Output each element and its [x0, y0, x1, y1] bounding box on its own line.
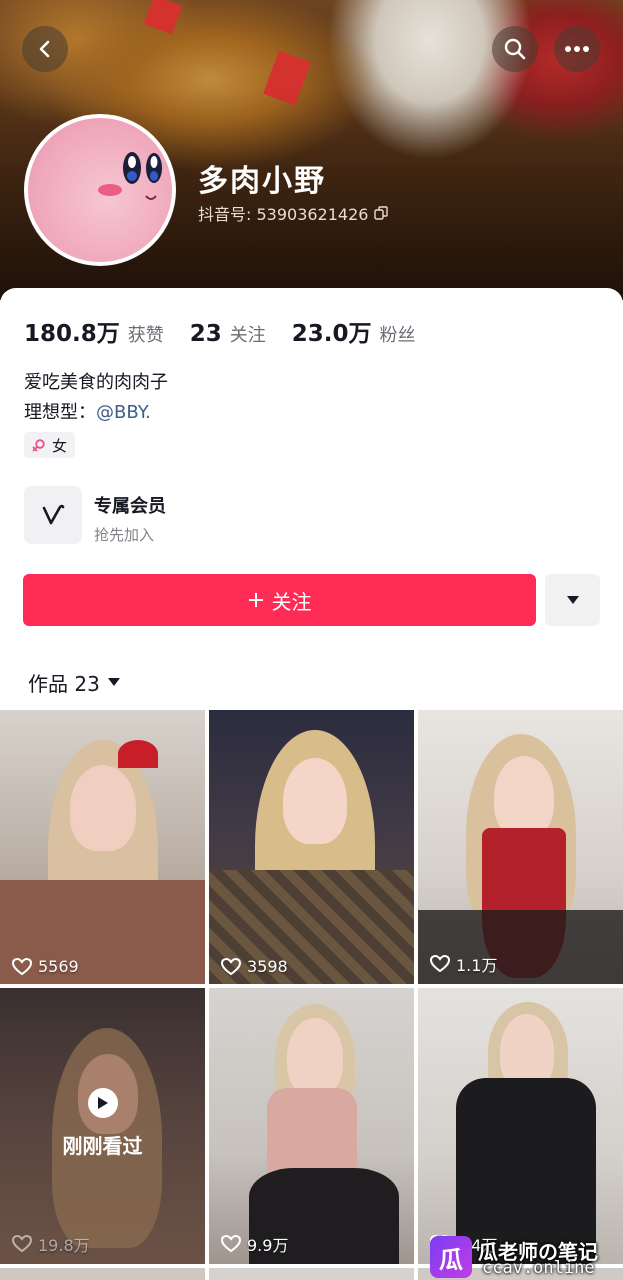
profile-stats: 180.8万 获赞 23 关注 23.0万 粉丝: [24, 314, 416, 348]
watermark-logo: 瓜: [430, 1236, 472, 1278]
video-likes: 9.9万: [221, 1232, 288, 1256]
douyin-id[interactable]: 抖音号: 53903621426: [198, 201, 389, 225]
play-icon: [87, 1088, 118, 1118]
membership-v-icon: [42, 504, 65, 525]
bio-mention-link[interactable]: @BBY.: [96, 402, 151, 423]
video-thumbnail[interactable]: 5569: [0, 710, 205, 984]
back-button[interactable]: [22, 26, 68, 72]
recently-viewed-label: 刚刚看过: [62, 1134, 143, 1158]
works-tab[interactable]: 作品 23: [28, 668, 120, 697]
search-button[interactable]: [492, 26, 538, 72]
gender-label: 女: [52, 436, 68, 455]
thumbnail-figure: [70, 765, 136, 851]
stat-value: 180.8万: [24, 321, 120, 347]
likes-count: 19.8万: [38, 1236, 90, 1255]
video-likes: 5569: [12, 957, 79, 976]
bio-prefix: 理想型：: [24, 402, 96, 423]
video-thumbnail[interactable]: [209, 1268, 414, 1280]
profile-name: 多肉小野: [198, 164, 326, 199]
membership-title[interactable]: 专属会员: [94, 492, 166, 518]
membership-button[interactable]: [24, 486, 82, 544]
bio-line: 爱吃美食的肉肉子: [24, 372, 168, 393]
stat-label: 粉丝: [379, 325, 416, 346]
recommend-dropdown-button[interactable]: [545, 574, 600, 626]
stat-value: 23: [189, 321, 222, 347]
video-thumbnail[interactable]: 1.1万: [418, 710, 623, 984]
video-likes: 3598: [221, 957, 288, 976]
more-dots-icon: [565, 46, 589, 52]
copy-icon[interactable]: [374, 206, 389, 220]
video-likes: 19.8万: [12, 1232, 90, 1256]
video-grid: 5569 3598 1.1万 刚刚看过 19.8万 9.9万 4.4万: [0, 710, 623, 1280]
works-label: 作品 23: [28, 672, 100, 696]
stat-value: 23.0万: [291, 321, 372, 347]
follow-label: 关注: [271, 589, 312, 614]
stat-label: 获赞: [127, 325, 164, 346]
heart-icon: [221, 1235, 241, 1253]
watermark-url: ccav.online: [482, 1258, 595, 1278]
plus-icon: [248, 593, 263, 607]
stat-followers[interactable]: 23.0万 粉丝: [292, 314, 416, 348]
video-thumbnail[interactable]: 3598: [209, 710, 414, 984]
thumbnail-figure: [283, 758, 347, 844]
chevron-left-icon: [39, 40, 50, 58]
video-thumbnail[interactable]: 刚刚看过 19.8万: [0, 988, 205, 1264]
caret-down-icon: [107, 678, 120, 686]
heart-icon: [12, 1235, 32, 1253]
likes-count: 1.1万: [456, 956, 498, 975]
likes-count: 9.9万: [247, 1236, 289, 1255]
thumbnail-figure: [287, 1018, 343, 1096]
recently-viewed-overlay: 刚刚看过: [0, 1088, 205, 1159]
video-thumbnail[interactable]: 4.4万: [418, 988, 623, 1264]
video-thumbnail[interactable]: [0, 1268, 205, 1280]
douyin-id-text: 抖音号: 53903621426: [198, 205, 369, 224]
female-symbol-icon: [32, 439, 45, 452]
thumbnail-figure: [118, 740, 158, 768]
stat-likes[interactable]: 180.8万 获赞: [24, 314, 164, 348]
avatar[interactable]: [24, 114, 176, 266]
stat-label: 关注: [229, 325, 266, 346]
follow-button[interactable]: 关注: [23, 574, 536, 626]
likes-count: 5569: [38, 957, 79, 976]
cover-decoration: [143, 0, 183, 35]
thumbnail-figure: [494, 756, 554, 838]
more-options-button[interactable]: [554, 26, 600, 72]
bio-line: 理想型：@BBY.: [24, 398, 151, 424]
likes-count: 3598: [247, 957, 288, 976]
heart-icon: [221, 957, 241, 975]
cover-decoration: [263, 50, 311, 106]
membership-subtitle: 抢先加入: [94, 526, 155, 544]
watermark: 瓜 瓜老师の笔记 ccav.online: [430, 1236, 620, 1280]
video-thumbnail[interactable]: 9.9万: [209, 988, 414, 1264]
gender-tag: 女: [24, 432, 76, 458]
heart-icon: [12, 957, 32, 975]
search-icon: [504, 38, 526, 60]
heart-icon: [430, 955, 450, 973]
caret-down-icon: [566, 596, 579, 604]
stat-following[interactable]: 23 关注: [190, 321, 266, 347]
video-likes: 1.1万: [430, 952, 497, 976]
avatar-image: [98, 152, 162, 200]
